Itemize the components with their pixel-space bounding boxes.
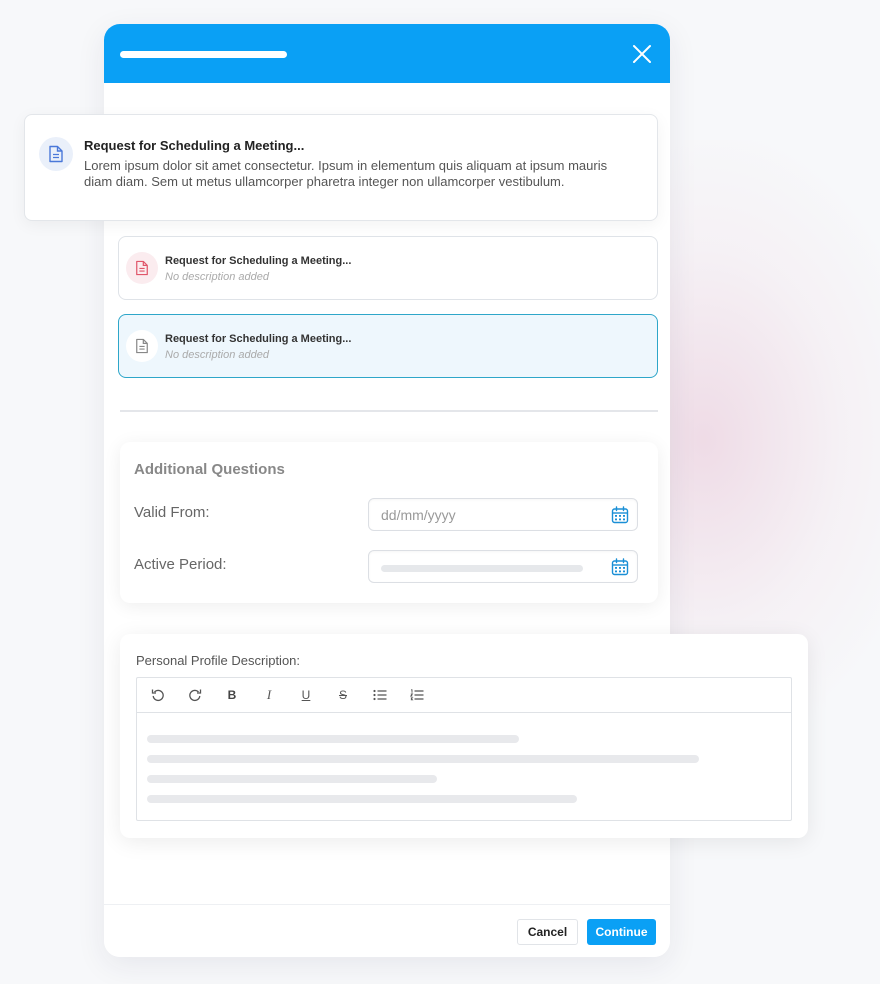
- text-placeholder-line: [147, 735, 519, 743]
- profile-description-panel: Personal Profile Description: B I U S: [120, 634, 808, 838]
- modal-footer: Cancel Continue: [104, 904, 670, 957]
- divider: [120, 410, 658, 412]
- document-card-subtitle: No description added: [165, 349, 269, 361]
- underline-button[interactable]: U: [297, 686, 315, 704]
- valid-from-label: Valid From:: [134, 504, 210, 521]
- strikethrough-button[interactable]: S: [334, 686, 352, 704]
- text-placeholder-line: [147, 775, 437, 783]
- document-card-title: Request for Scheduling a Meeting...: [165, 333, 352, 345]
- floating-card-title: Request for Scheduling a Meeting...: [84, 138, 305, 153]
- close-icon[interactable]: [630, 42, 654, 66]
- document-card-subtitle: No description added: [165, 271, 269, 283]
- document-card-selected[interactable]: Request for Scheduling a Meeting... No d…: [118, 314, 658, 378]
- document-icon: [126, 330, 158, 362]
- document-icon: [126, 252, 158, 284]
- bullet-list-icon[interactable]: [371, 686, 389, 704]
- active-period-placeholder: [381, 565, 583, 572]
- calendar-icon[interactable]: [611, 506, 629, 524]
- continue-button[interactable]: Continue: [587, 919, 656, 945]
- calendar-icon[interactable]: [611, 558, 629, 576]
- additional-questions-panel: Additional Questions Valid From: Active …: [120, 442, 658, 603]
- cancel-button[interactable]: Cancel: [517, 919, 578, 945]
- valid-from-field[interactable]: [368, 498, 638, 531]
- profile-description-label: Personal Profile Description:: [136, 653, 301, 668]
- redo-icon[interactable]: [186, 686, 204, 704]
- document-icon: [39, 137, 73, 171]
- text-placeholder-line: [147, 755, 699, 763]
- valid-from-input[interactable]: [381, 507, 601, 523]
- floating-card-description: Lorem ipsum dolor sit amet consectetur. …: [84, 158, 608, 189]
- document-card[interactable]: Request for Scheduling a Meeting... No d…: [118, 236, 658, 300]
- text-placeholder-line: [147, 795, 577, 803]
- floating-document-card[interactable]: Request for Scheduling a Meeting... Lore…: [24, 114, 658, 221]
- active-period-field[interactable]: [368, 550, 638, 583]
- editor-toolbar: B I U S: [137, 678, 791, 713]
- bold-button[interactable]: B: [223, 686, 241, 704]
- undo-icon[interactable]: [149, 686, 167, 704]
- modal-title-placeholder: [120, 51, 287, 58]
- numbered-list-icon[interactable]: [408, 686, 426, 704]
- section-title: Additional Questions: [134, 461, 285, 478]
- rich-text-editor[interactable]: B I U S: [136, 677, 792, 821]
- active-period-label: Active Period:: [134, 556, 227, 573]
- modal-header: [104, 24, 670, 83]
- italic-button[interactable]: I: [260, 686, 278, 704]
- document-card-title: Request for Scheduling a Meeting...: [165, 255, 352, 267]
